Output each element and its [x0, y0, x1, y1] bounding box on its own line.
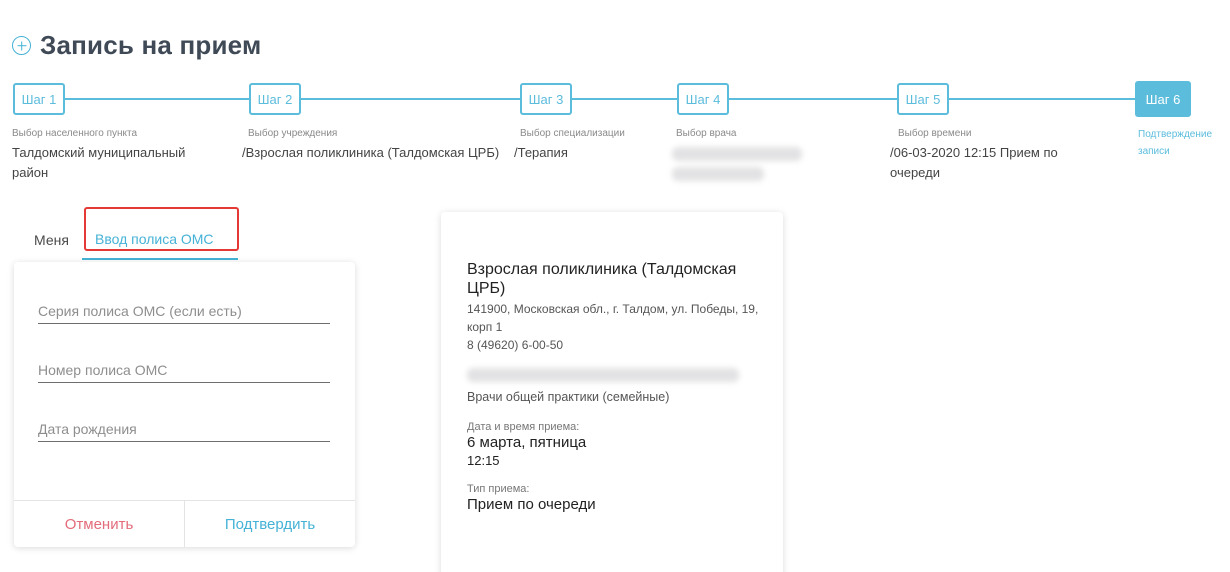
- step-2-button[interactable]: Шаг 2: [249, 83, 301, 115]
- step-4-info: Выбор врача: [676, 128, 826, 143]
- appointment-date: 6 марта, пятница: [467, 434, 587, 451]
- blurred-doctor-name: [672, 147, 802, 161]
- confirm-button[interactable]: Подтвердить: [185, 501, 355, 547]
- stepper-line: [948, 98, 1136, 100]
- type-label: Тип приема:: [467, 483, 530, 495]
- step-caption: Выбор специализации: [520, 128, 625, 139]
- form-actions: Отменить Подтвердить: [14, 500, 355, 547]
- step-1-info: Выбор населенного пункта Талдомский муни…: [12, 128, 222, 183]
- plus-circle-icon: [12, 36, 31, 55]
- step-3-button[interactable]: Шаг 3: [520, 83, 572, 115]
- step-caption: Подтверждение записи: [1138, 129, 1213, 157]
- step-6-button[interactable]: Шаг 6: [1135, 81, 1191, 117]
- oms-number-input[interactable]: Номер полиса ОМС: [38, 357, 330, 383]
- stepper-line: [300, 98, 521, 100]
- step-5-info: Выбор времени /06-03-2020 12:15 Прием по…: [890, 128, 1090, 183]
- birth-date-placeholder: Дата рождения: [38, 421, 137, 437]
- blurred-doctor-name: [467, 368, 739, 382]
- stepper-line: [728, 98, 898, 100]
- oms-number-placeholder: Номер полиса ОМС: [38, 362, 168, 378]
- stepper-line: [64, 98, 250, 100]
- birth-date-input[interactable]: Дата рождения: [38, 416, 330, 442]
- step-caption: Выбор времени: [898, 128, 972, 139]
- oms-series-placeholder: Серия полиса ОМС (если есть): [38, 303, 242, 319]
- step-1-button[interactable]: Шаг 1: [13, 83, 65, 115]
- step-caption: Выбор врача: [676, 128, 737, 139]
- oms-policy-form: Серия полиса ОМС (если есть) Номер полис…: [14, 262, 355, 547]
- blurred-doctor-name: [672, 167, 764, 181]
- appointment-time: 12:15: [467, 453, 500, 468]
- datetime-label: Дата и время приема:: [467, 421, 580, 433]
- doctor-specialty: Врачи общей практики (семейные): [467, 390, 670, 404]
- page-title: Запись на прием: [40, 30, 262, 60]
- step-caption: Выбор населенного пункта: [12, 128, 138, 139]
- appointment-summary: Взрослая поликлиника (Талдомская ЦРБ) 14…: [441, 212, 783, 572]
- highlight-outline: [84, 207, 239, 251]
- step-value: /Взрослая поликлиника (Талдомская ЦРБ): [242, 145, 500, 160]
- tab-me[interactable]: Меня: [34, 232, 69, 248]
- organization-name: Взрослая поликлиника (Талдомская ЦРБ): [467, 261, 737, 297]
- step-value: /Терапия: [514, 145, 568, 160]
- organization-phone: 8 (49620) 6-00-50: [467, 338, 564, 352]
- step-2-info: Выбор учреждения /Взрослая поликлиника (…: [242, 128, 504, 163]
- step-4-button[interactable]: Шаг 4: [677, 83, 729, 115]
- stepper-line: [571, 98, 678, 100]
- appointment-type: Прием по очереди: [467, 496, 596, 513]
- organization-address: 141900, Московская обл., г. Талдом, ул. …: [467, 302, 759, 334]
- step-value: Талдомский муниципальный район: [12, 145, 186, 180]
- cancel-button[interactable]: Отменить: [14, 501, 185, 547]
- step-6-info: Подтверждение записи: [1138, 126, 1228, 163]
- active-tab-indicator: [82, 258, 238, 260]
- oms-series-input[interactable]: Серия полиса ОМС (если есть): [38, 298, 330, 324]
- step-caption: Выбор учреждения: [248, 128, 338, 139]
- page-header: Запись на прием: [12, 30, 261, 61]
- step-5-button[interactable]: Шаг 5: [897, 83, 949, 115]
- step-value: /06-03-2020 12:15 Прием по очереди: [890, 145, 1058, 180]
- step-3-info: Выбор специализации /Терапия: [514, 128, 664, 163]
